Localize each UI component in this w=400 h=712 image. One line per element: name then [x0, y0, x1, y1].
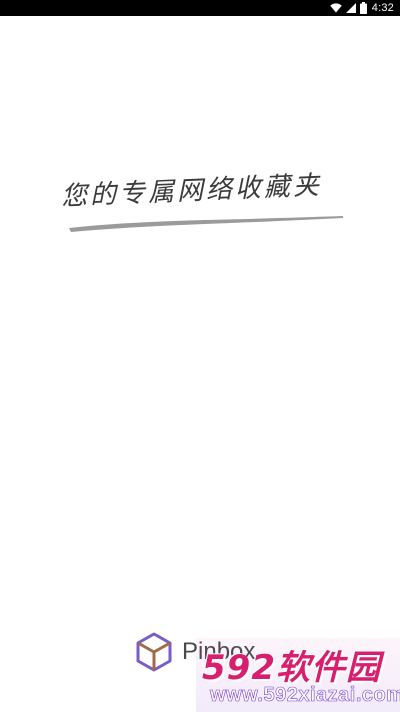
- wifi-icon: [329, 3, 342, 13]
- brush-stroke-underline: [69, 216, 343, 232]
- status-bar: 4:32: [0, 0, 400, 16]
- status-time: 4:32: [371, 2, 394, 14]
- battery-icon: [359, 2, 367, 14]
- splash-tagline-group: 您的专属网络收藏夹: [55, 168, 345, 238]
- watermark-url: www.592xiazai.com: [210, 684, 400, 707]
- pinbox-cube-icon: [136, 632, 172, 672]
- splash-tagline: 您的专属网络收藏夹: [60, 170, 323, 212]
- watermark-site-name: 592软件园: [202, 648, 381, 688]
- watermark-overlay: 592软件园 www.592xiazai.com: [196, 638, 400, 712]
- signal-icon: [345, 3, 356, 13]
